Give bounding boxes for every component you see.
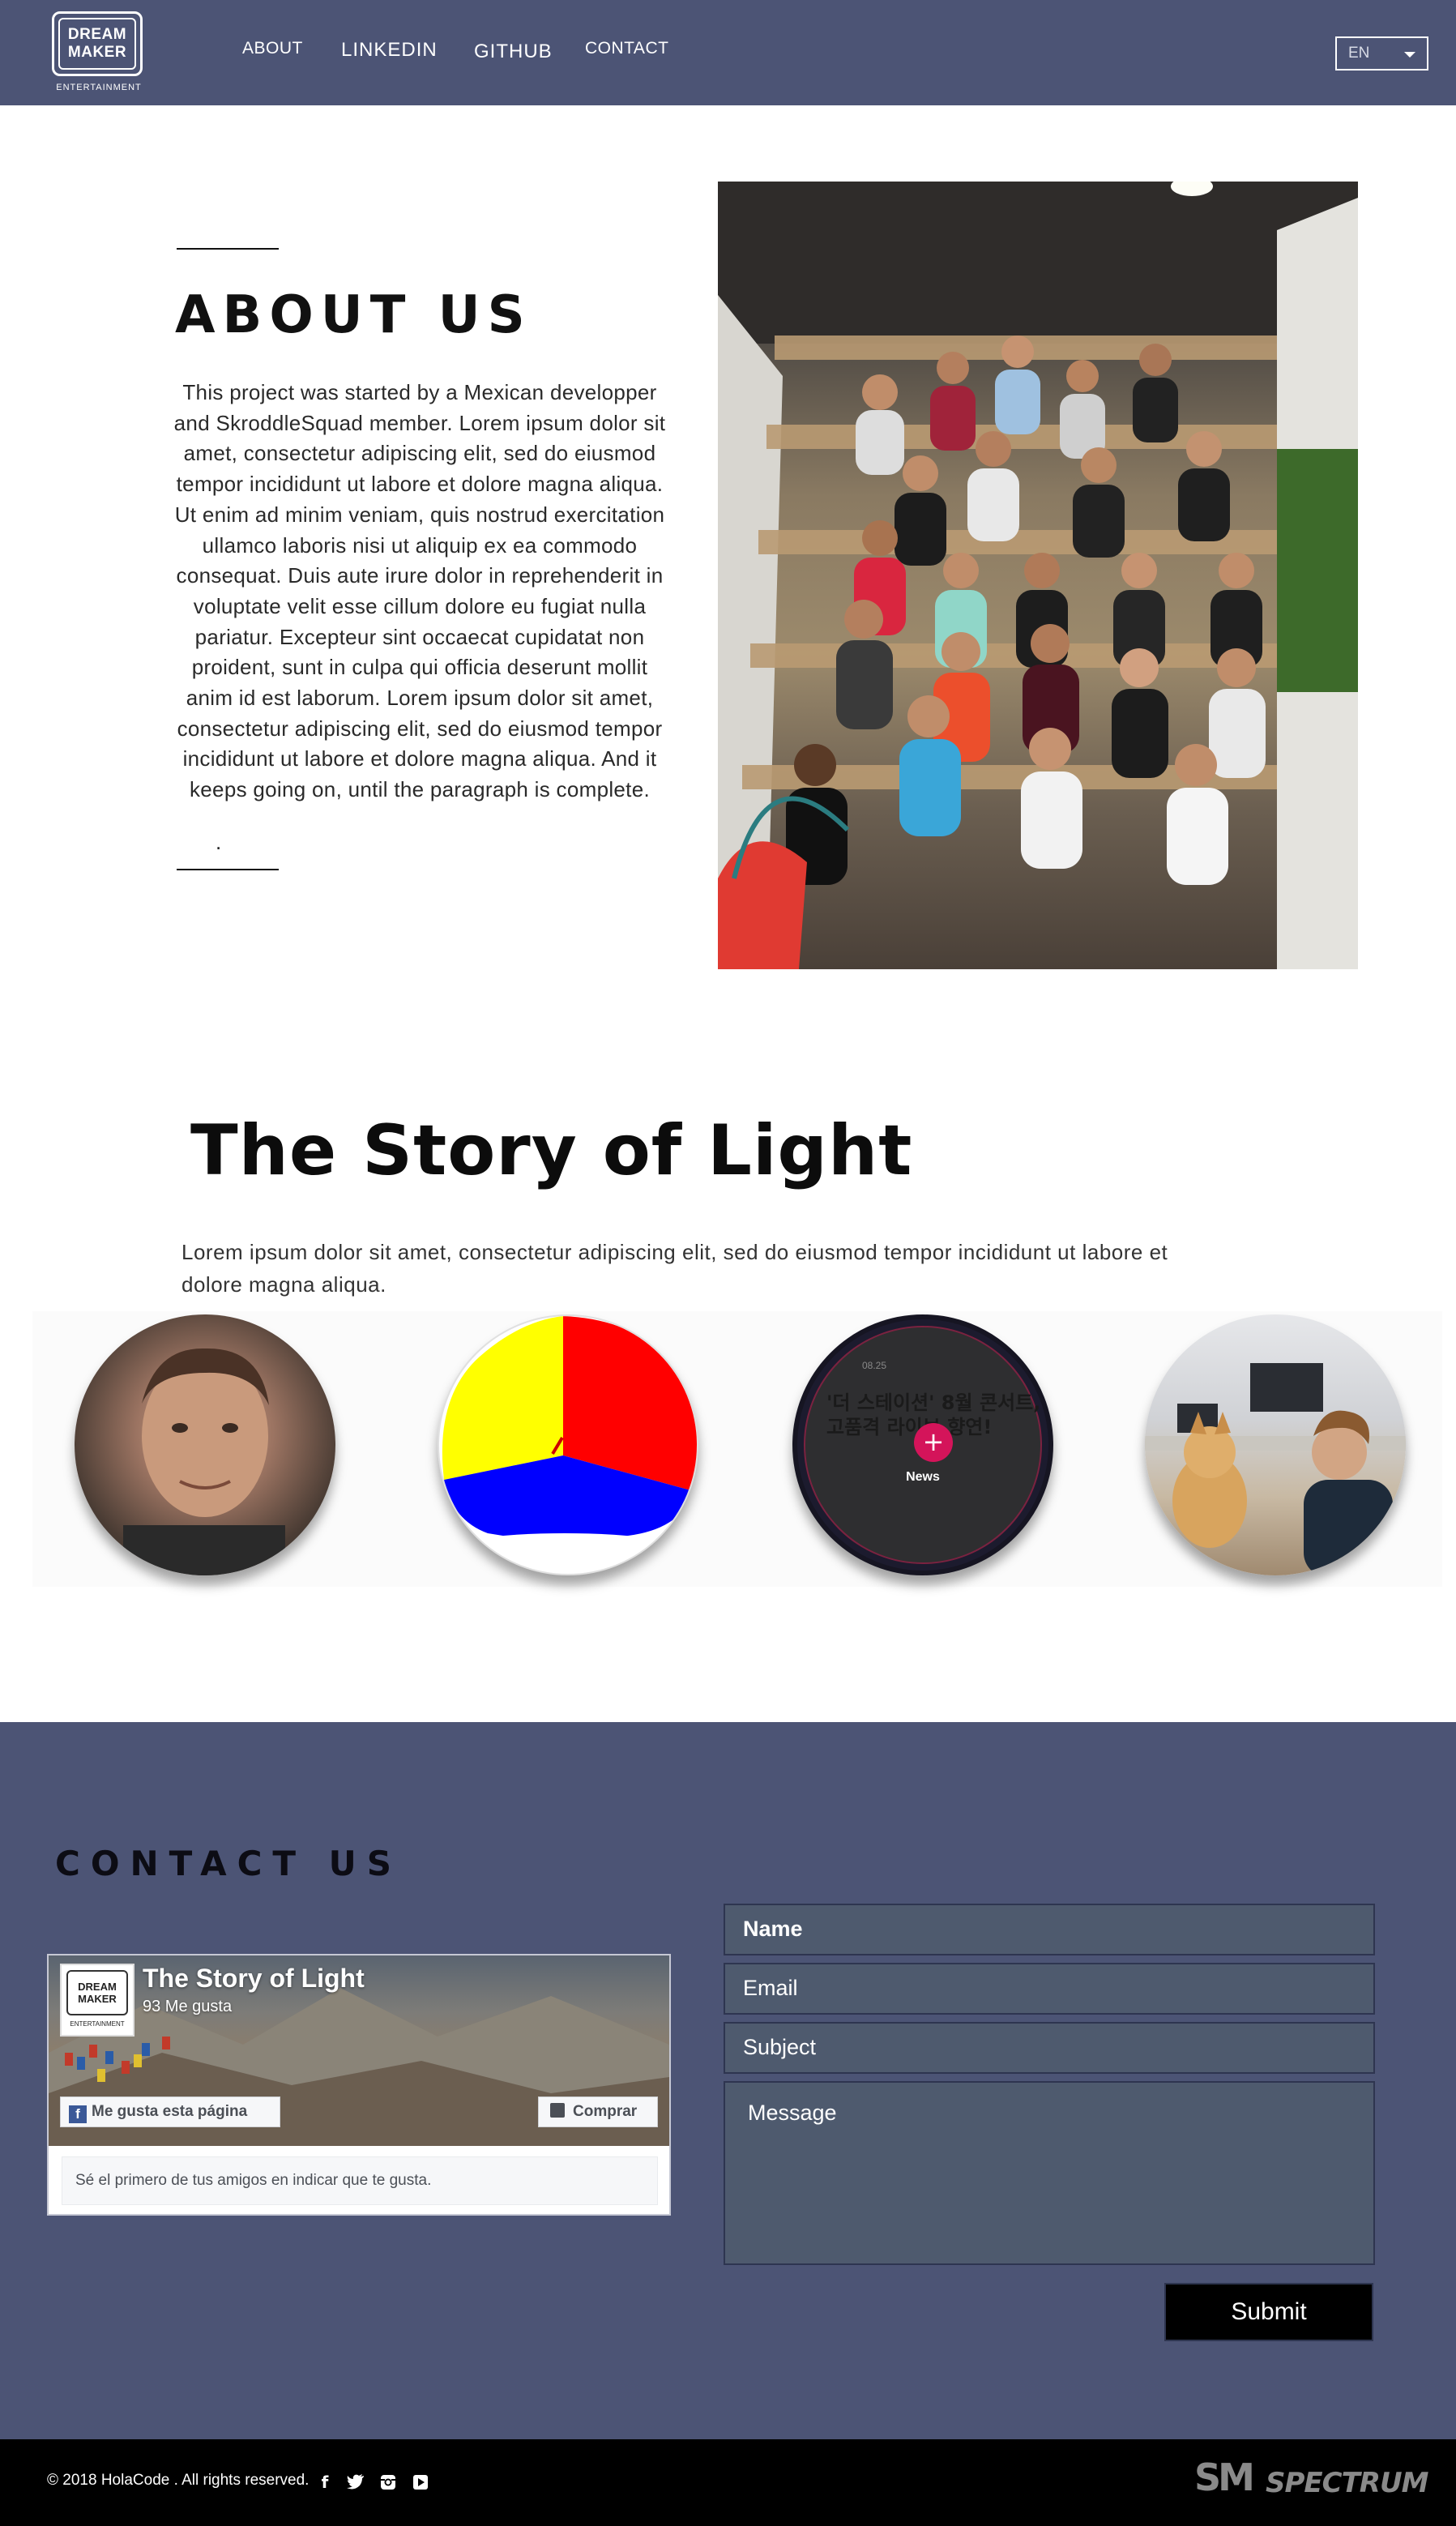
gallery-item-portrait[interactable] xyxy=(75,1314,335,1575)
subject-field[interactable]: Subject xyxy=(724,2022,1375,2074)
instagram-icon[interactable] xyxy=(379,2473,397,2491)
sponsor-sm-logo: SM xyxy=(1194,2455,1255,2499)
fb-logo-subtitle: ENTERTAINMENT xyxy=(70,2020,125,2028)
nav-contact[interactable]: CONTACT xyxy=(585,39,668,66)
team-photo xyxy=(718,182,1358,969)
logo-line-2: MAKER xyxy=(67,44,127,61)
news-date: 08.25 xyxy=(862,1360,887,1371)
logo-frame: DREAM MAKER xyxy=(52,11,143,76)
logo-line-1: DREAM xyxy=(67,26,127,43)
facebook-buy-button[interactable]: Comprar xyxy=(538,2096,658,2127)
facebook-page-widget[interactable]: DREAM MAKER ENTERTAINMENT The Story of L… xyxy=(47,1954,671,2216)
site-header: DREAM MAKER ENTERTAINMENT ABOUT LINKEDIN… xyxy=(0,0,1456,105)
twitter-icon[interactable] xyxy=(347,2473,365,2491)
nav-about[interactable]: ABOUT xyxy=(242,39,303,66)
pie-chart-art xyxy=(442,1316,697,1569)
facebook-icon: f xyxy=(69,2105,87,2123)
facebook-cover: DREAM MAKER ENTERTAINMENT The Story of L… xyxy=(49,1955,669,2146)
nav-linkedin[interactable]: LINKEDIN xyxy=(341,39,438,66)
plus-icon[interactable]: + xyxy=(914,1423,953,1462)
dog-photo-art xyxy=(1145,1363,1406,1575)
logo-subtitle: ENTERTAINMENT xyxy=(56,83,142,92)
chevron-down-icon xyxy=(1404,52,1415,58)
site-logo[interactable]: DREAM MAKER ENTERTAINMENT xyxy=(50,11,147,99)
about-top-rule xyxy=(177,248,279,250)
language-value: EN xyxy=(1348,45,1370,62)
email-field[interactable]: Email xyxy=(724,1963,1375,2015)
facebook-page-logo: DREAM MAKER ENTERTAINMENT xyxy=(60,1964,134,2037)
team-photo-art xyxy=(718,182,1358,969)
shopping-bag-icon xyxy=(550,2103,565,2118)
page: DREAM MAKER ENTERTAINMENT ABOUT LINKEDIN… xyxy=(0,0,1456,2526)
submit-button[interactable]: Submit xyxy=(1164,2283,1373,2341)
fb-logo-inner: DREAM MAKER xyxy=(66,1970,128,2015)
contact-section: CONTACT US DREAM MAKER ENTERTAINMENT The… xyxy=(0,1722,1456,2439)
facebook-page-name[interactable]: The Story of Light xyxy=(143,1964,365,1994)
story-text: Lorem ipsum dolor sit amet, consectetur … xyxy=(181,1240,1168,1297)
gallery-item-pie-chart[interactable] xyxy=(438,1314,698,1575)
gallery-item-news[interactable]: 08.25 '더 스테이션' 8월 콘서트, 고품격 라이브 향연! + New… xyxy=(792,1314,1053,1575)
portrait-art xyxy=(123,1348,285,1575)
facebook-buy-label: Comprar xyxy=(573,2103,638,2120)
facebook-icon[interactable]: f xyxy=(316,2473,334,2491)
site-footer: © 2018 HolaCode . All rights reserved. f… xyxy=(0,2439,1456,2526)
fb-logo-line-1: DREAM xyxy=(78,1981,117,1993)
language-select[interactable]: EN xyxy=(1335,36,1428,71)
about-title: ABOUT US xyxy=(175,285,532,345)
name-field[interactable]: Name xyxy=(724,1904,1375,1955)
facebook-like-count: 93 Me gusta xyxy=(143,1998,233,2015)
facebook-friends-note: Sé el primero de tus amigos en indicar q… xyxy=(62,2156,658,2205)
sponsor-spectrum-logo: SPECTRUM xyxy=(1266,2467,1428,2499)
contact-title: CONTACT US xyxy=(55,1844,403,1883)
twitter-bird xyxy=(347,2474,364,2490)
nav-github[interactable]: GITHUB xyxy=(474,41,553,68)
copyright-text: © 2018 HolaCode . All rights reserved. xyxy=(47,2472,310,2489)
news-label: News xyxy=(906,1470,940,1484)
facebook-like-label: Me gusta esta página xyxy=(92,2103,248,2120)
about-text: This project was started by a Mexican de… xyxy=(173,380,666,802)
youtube-icon[interactable] xyxy=(412,2473,429,2491)
fb-logo-line-2: MAKER xyxy=(78,1993,117,2005)
message-field[interactable]: Message xyxy=(724,2081,1375,2265)
facebook-like-button[interactable]: f Me gusta esta página xyxy=(60,2096,280,2127)
about-trailing-dot: . xyxy=(216,830,222,854)
gallery-item-dog-photo[interactable] xyxy=(1145,1314,1406,1575)
logo-inner: DREAM MAKER xyxy=(58,18,136,70)
instagram-glyph xyxy=(381,2475,395,2490)
news-card: 08.25 '더 스테이션' 8월 콘서트, 고품격 라이브 향연! + New… xyxy=(804,1326,1042,1564)
about-bottom-rule xyxy=(177,869,279,870)
youtube-glyph xyxy=(413,2475,428,2490)
story-title: The Story of Light xyxy=(190,1110,913,1191)
